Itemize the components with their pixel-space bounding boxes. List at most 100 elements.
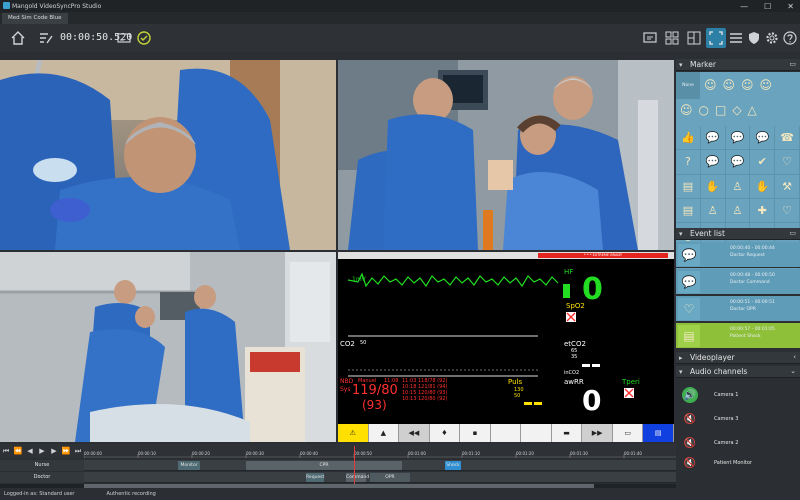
hand-icon[interactable]: ✋: [750, 174, 776, 199]
monitor-button-row: ⚠ ▲ ◀◀ ♦ ▪ ▬ ▶▶ ▭ ▤: [338, 424, 675, 442]
monitor-btn-4[interactable]: ♦: [429, 424, 461, 442]
skip-end-icon[interactable]: ⏭: [72, 447, 84, 456]
split-layout-icon[interactable]: [684, 28, 704, 48]
marker-none[interactable]: None: [676, 72, 700, 99]
audio-channel[interactable]: 🔇 Camera 2: [676, 431, 800, 455]
chevron-down-icon[interactable]: ⌄: [790, 367, 796, 375]
speech-icon[interactable]: 💬: [750, 126, 776, 151]
clipboard-icon[interactable]: ▤: [676, 174, 701, 199]
help-icon[interactable]: [780, 28, 800, 48]
timeline-ruler[interactable]: 00:00:00 00:00:10 00:00:20 00:00:30 00:0…: [84, 446, 676, 458]
window-icon[interactable]: ▭: [789, 229, 796, 237]
maximize-button[interactable]: ☐: [764, 2, 771, 11]
videoplayer-header[interactable]: ▸ Videoplayer ‹: [676, 352, 800, 364]
check-circle-icon[interactable]: [134, 28, 154, 48]
close-button[interactable]: ✕: [787, 2, 794, 11]
monitor-btn-10[interactable]: ▭: [612, 424, 644, 442]
monitor-btn-forward[interactable]: ▶▶: [582, 424, 613, 442]
step-back-icon[interactable]: ⏪: [12, 447, 24, 455]
segment-request[interactable]: Request: [306, 473, 324, 482]
chevron-down-icon[interactable]: ▾: [679, 368, 683, 376]
audio-channels-header[interactable]: ▾ Audio channels ⌄: [676, 366, 800, 378]
step-forward-icon[interactable]: ⏩: [60, 447, 72, 455]
speech-icon: 💬: [678, 244, 700, 266]
speech-icon[interactable]: 💬: [700, 150, 726, 175]
speaker-mute-icon[interactable]: 🔇: [682, 435, 698, 451]
event-item[interactable]: 💬 00:00:40 - 00:00:44 Doctor Request: [676, 242, 800, 268]
chevron-down-icon[interactable]: ▾: [679, 61, 683, 69]
segment-monitor[interactable]: Monitor: [178, 461, 200, 470]
phone-icon[interactable]: ☎: [775, 126, 800, 151]
segment-command[interactable]: Command: [346, 473, 369, 482]
chevron-down-icon[interactable]: ▾: [679, 230, 683, 238]
marker-person-icon[interactable]: ☺☺☺☺: [704, 78, 778, 92]
clipboard-icon[interactable]: ▤: [676, 199, 701, 224]
heart-icon[interactable]: ♡: [775, 150, 800, 175]
monitor-btn-5[interactable]: ▪: [460, 424, 491, 442]
card-icon[interactable]: [114, 28, 134, 48]
tab-project[interactable]: Med Sim Code Blue: [2, 13, 68, 24]
heart-icon[interactable]: ♡: [775, 199, 800, 224]
speech-icon[interactable]: 💬: [725, 150, 751, 175]
monitor-btn-menu[interactable]: ▤: [643, 424, 675, 442]
fullscreen-icon[interactable]: [706, 28, 726, 48]
like-icon[interactable]: 👍: [676, 126, 701, 151]
play-icon[interactable]: ▶: [36, 447, 48, 455]
speech-icon[interactable]: 💬: [725, 126, 751, 151]
marker-header[interactable]: ▾ Marker ▭: [676, 59, 800, 71]
tick-label: 00:00:40: [300, 451, 318, 456]
frame-forward-icon[interactable]: ▶: [48, 447, 60, 455]
minimize-button[interactable]: —: [740, 2, 748, 11]
export-icon[interactable]: [640, 28, 660, 48]
marker-shape-icon[interactable]: ☺○□◇△: [680, 103, 763, 117]
shield-icon[interactable]: [744, 28, 764, 48]
audio-channel[interactable]: 🔇 Camera 3: [676, 407, 800, 431]
skip-start-icon[interactable]: ⏮: [0, 447, 12, 456]
check-icon[interactable]: ✔: [750, 150, 776, 175]
menu-icon[interactable]: [726, 28, 746, 48]
question-icon[interactable]: ?: [676, 150, 701, 175]
monitor-btn-rewind[interactable]: ◀◀: [399, 424, 430, 442]
dumbbell-icon[interactable]: ⚒: [775, 174, 800, 199]
frame-back-icon[interactable]: ◀: [24, 447, 36, 455]
hand-icon[interactable]: ✋: [700, 174, 726, 199]
chevron-right-icon[interactable]: ▸: [679, 354, 683, 362]
video-camera-2[interactable]: [338, 60, 674, 250]
gear-icon[interactable]: [762, 28, 782, 48]
video-camera-1[interactable]: [0, 60, 336, 250]
event-item-selected[interactable]: ▤ 00:00:57 - 00:01:05 Patient Shock: [676, 323, 800, 349]
spo2-label: SpO2: [566, 302, 585, 310]
event-list-header[interactable]: ▾ Event list ▭: [676, 228, 800, 240]
video-camera-3[interactable]: [0, 252, 336, 442]
edit-list-icon[interactable]: [36, 28, 56, 48]
speaker-mute-icon[interactable]: 🔇: [682, 455, 698, 471]
speaker-on-icon[interactable]: 🔊: [682, 387, 698, 403]
tick-label: 00:01:30: [570, 451, 588, 456]
person-icon[interactable]: ♙: [725, 199, 751, 224]
syringe-icon[interactable]: ✚: [750, 199, 776, 224]
speaker-mute-icon[interactable]: 🔇: [682, 411, 698, 427]
monitor-btn-8[interactable]: ▬: [551, 424, 583, 442]
tick-label: 00:00:20: [192, 451, 210, 456]
playhead[interactable]: [354, 446, 355, 484]
person-icon[interactable]: ♙: [700, 199, 726, 224]
event-item[interactable]: ♡ 00:00:51 - 00:00:51 Doctor OPR: [676, 296, 800, 322]
chevron-left-icon[interactable]: ‹: [793, 353, 796, 361]
monitor-btn-7[interactable]: [521, 424, 552, 442]
speech-icon[interactable]: 💬: [700, 126, 726, 151]
segment-cpr[interactable]: CPR: [246, 461, 402, 470]
monitor-btn-alarm[interactable]: ⚠: [338, 424, 369, 442]
event-item[interactable]: 💬 00:00:48 - 00:00:50 Doctor Command: [676, 269, 800, 295]
window-icon[interactable]: ▭: [789, 60, 796, 68]
track-doctor[interactable]: Doctor Request Command OPR: [0, 472, 676, 483]
monitor-btn-6[interactable]: [490, 424, 522, 442]
monitor-btn-2[interactable]: ▲: [368, 424, 400, 442]
person-icon[interactable]: ♙: [725, 174, 751, 199]
track-nurse[interactable]: Nurse Monitor CPR Shock: [0, 460, 676, 471]
grid-layout-icon[interactable]: [662, 28, 682, 48]
audio-channel[interactable]: 🔊 Camera 1: [676, 383, 800, 407]
segment-opr[interactable]: OPR: [370, 473, 410, 482]
home-icon[interactable]: [8, 28, 28, 48]
audio-channel[interactable]: 🔇 Patient Monitor: [676, 455, 800, 471]
segment-shock[interactable]: Shock: [445, 461, 461, 470]
